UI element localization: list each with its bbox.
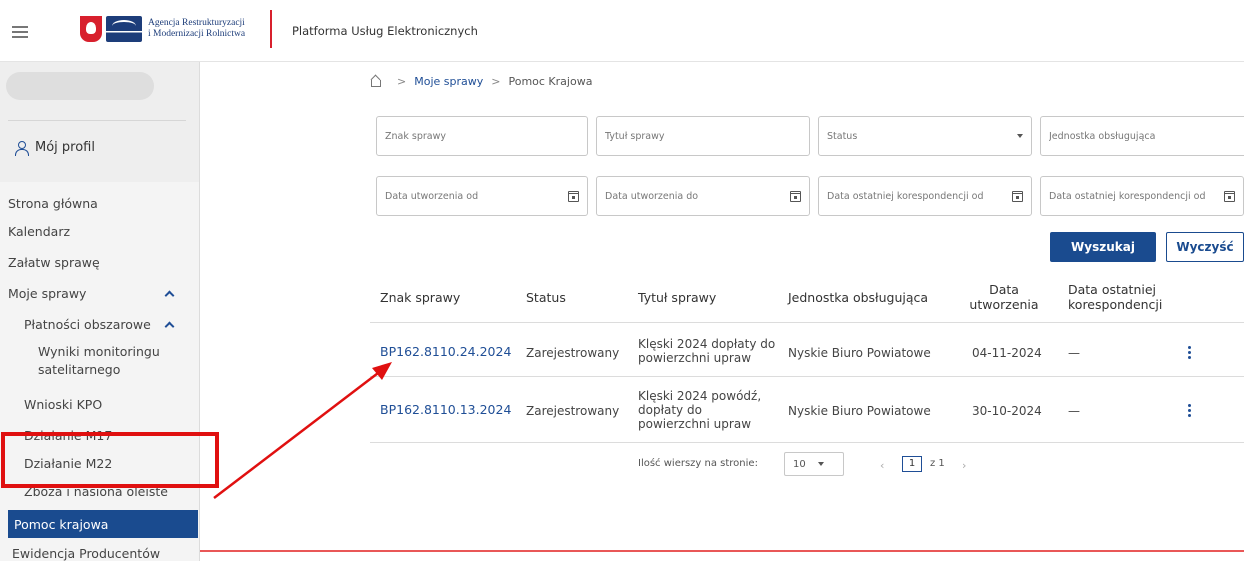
bottom-red-line — [200, 550, 1244, 552]
annotation-arrow — [213, 362, 392, 499]
arrow-head — [372, 362, 392, 380]
arrow-line — [213, 369, 383, 499]
